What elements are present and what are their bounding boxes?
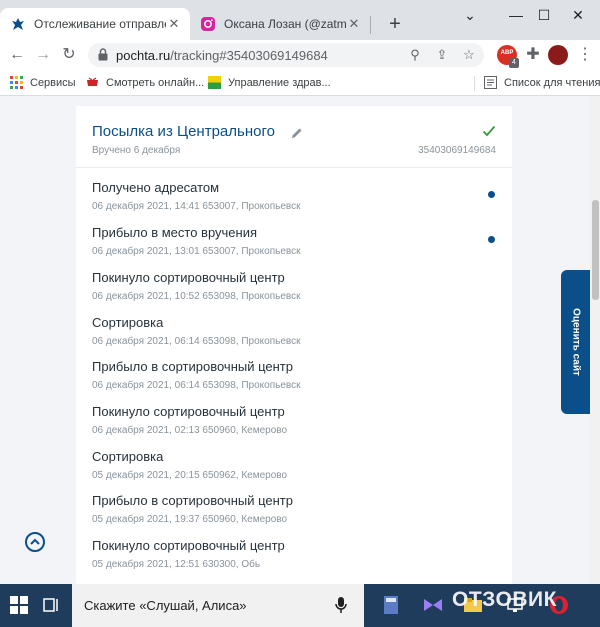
- profile-avatar[interactable]: [548, 45, 568, 65]
- url-text: pochta.ru/tracking#35403069149684: [116, 48, 328, 63]
- close-window-button[interactable]: ✕: [555, 0, 600, 30]
- event-details: 06 декабря 2021, 14:41 653007, Прокопьев…: [92, 201, 301, 212]
- close-tab-icon[interactable]: ✕: [346, 16, 362, 32]
- delivered-check-icon: [482, 125, 496, 137]
- chevron-up-icon: [30, 538, 40, 545]
- event-details: 06 декабря 2021, 13:01 653007, Прокопьев…: [92, 246, 301, 257]
- tracking-event: Прибыло в сортировочный центр 05 декабря…: [92, 493, 492, 533]
- rate-site-button[interactable]: Оценить сайт: [561, 270, 590, 414]
- event-status: Покинуло сортировочный центр: [92, 538, 285, 553]
- tracking-event: Покинуло сортировочный центр 06 декабря …: [92, 270, 492, 310]
- event-status: Сортировка: [92, 315, 164, 330]
- reading-list-button[interactable]: Список для чтения: [484, 76, 600, 89]
- zoom-icon[interactable]: ⚲: [406, 46, 424, 64]
- tracking-number: 35403069149684: [418, 145, 496, 156]
- microphone-icon[interactable]: [334, 596, 348, 614]
- visual-studio-icon[interactable]: [422, 594, 444, 616]
- page-viewport: Посылка из Центрального Вручено 6 декабр…: [0, 96, 590, 584]
- tab-search-icon[interactable]: ⌄: [447, 0, 493, 30]
- health-icon: [208, 76, 221, 89]
- bookmark-services[interactable]: Сервисы: [10, 76, 76, 89]
- task-view-icon[interactable]: [40, 594, 62, 616]
- event-details: 05 декабря 2021, 19:37 650960, Кемерово: [92, 514, 288, 525]
- scrollbar-thumb[interactable]: [592, 200, 599, 300]
- scroll-to-top-button[interactable]: [25, 532, 45, 552]
- search-placeholder: Скажите «Слушай, Алиса»: [84, 598, 247, 613]
- event-status: Сортировка: [92, 449, 164, 464]
- tracking-event: Покинуло сортировочный центр 06 декабря …: [92, 404, 492, 444]
- event-status: Покинуло сортировочный центр: [92, 404, 285, 419]
- rate-site-label: Оценить сайт: [570, 308, 581, 376]
- tab-strip: Отслеживание отправлений ✕ Оксана Лозан …: [0, 0, 600, 40]
- event-details: 06 декабря 2021, 06:14 653098, Прокопьев…: [92, 336, 301, 347]
- close-tab-icon[interactable]: ✕: [166, 16, 182, 32]
- pochta-eagle-icon: [12, 18, 24, 30]
- adblock-extension-icon[interactable]: ABP 4: [497, 45, 519, 68]
- parcel-status: Вручено 6 декабря: [92, 145, 181, 156]
- instagram-icon: [201, 17, 215, 31]
- tracking-event: Получено адресатом 06 декабря 2021, 14:4…: [92, 180, 495, 220]
- new-tab-button[interactable]: +: [384, 13, 406, 35]
- event-status: Покинуло сортировочный центр: [92, 270, 285, 285]
- extensions-puzzle-icon[interactable]: ✚: [522, 44, 544, 66]
- event-details: 06 декабря 2021, 02:13 650960, Кемерово: [92, 425, 288, 436]
- bookmarks-bar: Сервисы Смотреть онлайн... Управление зд…: [0, 70, 600, 96]
- event-details: 06 декабря 2021, 10:52 653098, Прокопьев…: [92, 291, 301, 302]
- event-status: Прибыло в сортировочный центр: [92, 359, 293, 374]
- menu-dots-icon[interactable]: ⋮: [574, 44, 596, 66]
- address-bar[interactable]: pochta.ru/tracking#35403069149684 ⚲ ⇪ ☆: [88, 43, 484, 67]
- alice-search-box[interactable]: Скажите «Слушай, Алиса»: [72, 584, 364, 627]
- tab-title: Оксана Лозан (@zatmenie.l: [224, 17, 346, 31]
- event-details: 05 декабря 2021, 12:51 630300, Обь: [92, 559, 261, 570]
- lock-icon: [98, 48, 108, 61]
- tab-separator: [370, 16, 371, 34]
- tracking-card: Посылка из Центрального Вручено 6 декабр…: [76, 106, 512, 584]
- bookmark-watch-online[interactable]: Смотреть онлайн...: [86, 76, 204, 89]
- event-dot-icon: [488, 236, 495, 243]
- bookmark-label: Сервисы: [30, 76, 76, 89]
- bookmarks-separator: [474, 76, 475, 91]
- calculator-icon[interactable]: [380, 594, 402, 616]
- reload-button[interactable]: ↻: [58, 44, 80, 66]
- event-details: 06 декабря 2021, 06:14 653098, Прокопьев…: [92, 380, 301, 391]
- browser-toolbar: ← → ↻ pochta.ru/tracking#35403069149684 …: [0, 40, 600, 70]
- film-icon: [87, 77, 98, 86]
- tracking-event: Сортировка 05 декабря 2021, 20:15 650962…: [92, 449, 492, 489]
- event-status: Прибыло в место вручения: [92, 225, 258, 240]
- tracking-event: Прибыло в сортировочный центр 06 декабря…: [92, 359, 492, 399]
- tab-title: Отслеживание отправлений: [34, 17, 166, 31]
- edit-pencil-icon[interactable]: [291, 127, 303, 139]
- reading-list-icon: [484, 76, 497, 89]
- back-button[interactable]: ←: [6, 44, 28, 66]
- tracking-event: Сортировка 06 декабря 2021, 06:14 653098…: [92, 315, 492, 355]
- tab-instagram[interactable]: Оксана Лозан (@zatmenie.l ✕: [190, 8, 370, 40]
- tracking-event: Прибыло в место вручения 06 декабря 2021…: [92, 225, 495, 265]
- reading-list-label: Список для чтения: [504, 76, 600, 89]
- bookmark-health[interactable]: Управление здрав...: [208, 76, 331, 89]
- parcel-header: Посылка из Центрального Вручено 6 декабр…: [76, 106, 512, 168]
- event-dot-icon: [488, 191, 495, 198]
- bookmark-label: Смотреть онлайн...: [106, 76, 205, 89]
- event-details: 05 декабря 2021, 20:15 650962, Кемерово: [92, 470, 288, 481]
- windows-start-icon[interactable]: [8, 594, 30, 616]
- tracking-event: Покинуло сортировочный центр 05 декабря …: [92, 538, 492, 578]
- forward-button[interactable]: →: [32, 44, 54, 66]
- apps-grid-icon: [10, 76, 23, 89]
- bookmark-label: Управление здрав...: [228, 76, 331, 89]
- event-status: Получено адресатом: [92, 180, 220, 195]
- share-icon[interactable]: ⇪: [433, 46, 451, 64]
- parcel-title[interactable]: Посылка из Центрального: [92, 123, 275, 140]
- bookmark-star-icon[interactable]: ☆: [460, 46, 478, 64]
- tab-tracking[interactable]: Отслеживание отправлений ✕: [0, 8, 190, 40]
- event-status: Прибыло в сортировочный центр: [92, 493, 293, 508]
- otzovik-watermark: ОТЗОВИК: [452, 588, 557, 611]
- page-scrollbar[interactable]: [590, 96, 600, 584]
